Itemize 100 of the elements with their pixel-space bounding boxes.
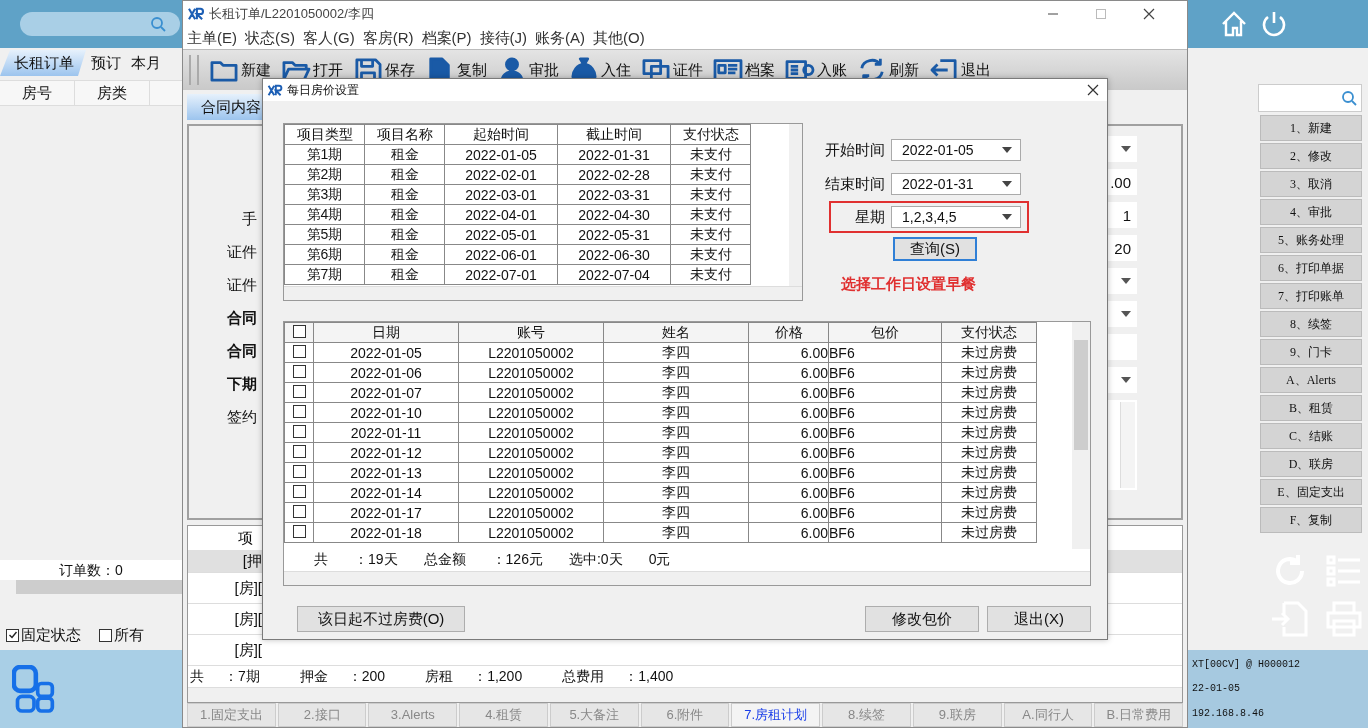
field-label: 手: [241, 209, 257, 229]
caret-icon: [1121, 311, 1131, 317]
menu-item[interactable]: 档案(P): [421, 28, 472, 48]
table-cell: 租金: [364, 224, 445, 245]
order-count: 订单数：0: [0, 560, 182, 580]
dropdown[interactable]: 2022-01-05: [891, 139, 1021, 161]
checkbox[interactable]: [292, 424, 306, 438]
toolbar-button[interactable]: 新建: [209, 57, 277, 83]
table-cell: 2022-02-01: [444, 164, 558, 185]
close-icon[interactable]: [1143, 8, 1155, 20]
dialog-button[interactable]: 该日起不过房费(O): [297, 606, 465, 632]
search-field[interactable]: [20, 12, 180, 36]
checkbox[interactable]: [292, 464, 306, 478]
table-cell: 未支付: [670, 164, 751, 185]
checkbox[interactable]: [292, 484, 306, 498]
table-cell: 2022-01-13: [313, 462, 459, 483]
scrollbar[interactable]: [284, 286, 802, 300]
checkbox[interactable]: [292, 504, 306, 518]
toolbar-button[interactable]: 入账: [785, 57, 853, 83]
table-cell: BF6: [828, 442, 942, 463]
action-button[interactable]: 1、新建: [1260, 115, 1362, 141]
scrollbar[interactable]: [284, 571, 1090, 585]
checkbox[interactable]: [292, 444, 306, 458]
checkbox[interactable]: [292, 324, 306, 338]
menu-item[interactable]: 账务(A): [535, 28, 585, 48]
tab[interactable]: 本月: [126, 50, 166, 76]
tab[interactable]: 预订: [86, 50, 126, 76]
house-icon[interactable]: [1220, 10, 1248, 38]
table-cell: 未过房费: [941, 342, 1037, 363]
scrollbar[interactable]: [789, 124, 802, 286]
action-button[interactable]: A、Alerts: [1260, 367, 1362, 393]
close-icon[interactable]: [1087, 84, 1099, 96]
menu-item[interactable]: 主单(E): [187, 28, 237, 48]
scrollbar[interactable]: [1072, 322, 1090, 549]
checkbox[interactable]: [292, 384, 306, 398]
dialog-button[interactable]: 修改包价: [865, 606, 979, 632]
field-label: 星期: [854, 207, 885, 227]
action-button[interactable]: 9、门卡: [1260, 339, 1362, 365]
query-button[interactable]: 查询(S): [893, 237, 977, 261]
table-cell: BF6: [828, 462, 942, 483]
summary-label: 房租: [425, 667, 454, 686]
summary-value: ：200: [347, 667, 386, 686]
table-cell: 第2期: [284, 164, 365, 185]
scrollbar[interactable]: [16, 580, 182, 594]
table-cell: 6.00: [748, 422, 829, 443]
menu-item[interactable]: 客人(G): [303, 28, 355, 48]
toolbar-button[interactable]: 刷新: [857, 57, 925, 83]
menu-item[interactable]: 客房(R): [362, 28, 414, 48]
caret-icon: [1002, 181, 1012, 187]
search-field[interactable]: [1258, 84, 1362, 112]
caret-icon: [1121, 278, 1131, 284]
dropdown[interactable]: 1,2,3,4,5: [891, 206, 1021, 228]
dialog-button[interactable]: 退出(X): [987, 606, 1091, 632]
menu-item[interactable]: 状态(S): [245, 28, 295, 48]
action-button[interactable]: 5、账务处理: [1260, 227, 1362, 253]
checkbox[interactable]: [292, 404, 306, 418]
table-cell: 李四: [603, 462, 749, 483]
checkbox[interactable]: [6, 628, 19, 642]
tab[interactable]: 7.房租计划: [731, 703, 821, 727]
toolbar-grip[interactable]: [189, 55, 199, 85]
status-text: XT[00CV] @ H000012: [1192, 658, 1302, 670]
table-cell: L2201050002: [458, 422, 604, 443]
column-header: 房号: [0, 81, 75, 105]
menu-item[interactable]: 其他(O): [593, 28, 645, 48]
action-button[interactable]: C、结账: [1260, 423, 1362, 449]
toolbar-button[interactable]: 保存: [353, 57, 421, 83]
table-cell: 2022-05-31: [557, 224, 671, 245]
table-cell: 第5期: [284, 224, 365, 245]
table-cell: 2022-01-17: [313, 502, 459, 523]
summary-label: 共: [190, 667, 204, 686]
checkbox[interactable]: [292, 344, 306, 358]
table-cell: 李四: [603, 362, 749, 383]
table-cell: 6.00: [748, 462, 829, 483]
action-button[interactable]: 2、修改: [1260, 143, 1362, 169]
table-cell: 2022-05-01: [444, 224, 558, 245]
toolbar-button[interactable]: 打开: [281, 57, 349, 83]
scrollbar[interactable]: [1120, 402, 1135, 488]
action-button[interactable]: 6、打印单据: [1260, 255, 1362, 281]
table-cell: 未支付: [670, 224, 751, 245]
dropdown[interactable]: 2022-01-31: [891, 173, 1021, 195]
action-button[interactable]: B、租赁: [1260, 395, 1362, 421]
action-button[interactable]: 4、审批: [1260, 199, 1362, 225]
tab[interactable]: 长租订单: [0, 50, 86, 76]
action-button[interactable]: 3、取消: [1260, 171, 1362, 197]
power-icon[interactable]: [1260, 10, 1288, 38]
checkbox[interactable]: [292, 524, 306, 538]
table-cell: L2201050002: [458, 462, 604, 483]
logo-icon: [267, 83, 283, 97]
checkbox[interactable]: [292, 364, 306, 378]
table-cell: 未过房费: [941, 502, 1037, 523]
action-button[interactable]: E、固定支出: [1260, 479, 1362, 505]
action-button[interactable]: F、复制: [1260, 507, 1362, 533]
caret-icon: [1002, 147, 1012, 153]
action-button[interactable]: 7、打印账单: [1260, 283, 1362, 309]
scrollbar[interactable]: [188, 687, 1182, 702]
checkbox[interactable]: [99, 628, 112, 642]
action-button[interactable]: D、联房: [1260, 451, 1362, 477]
menu-item[interactable]: 接待(J): [479, 28, 527, 48]
action-button[interactable]: 8、续签: [1260, 311, 1362, 337]
table-cell: 李四: [603, 382, 749, 403]
